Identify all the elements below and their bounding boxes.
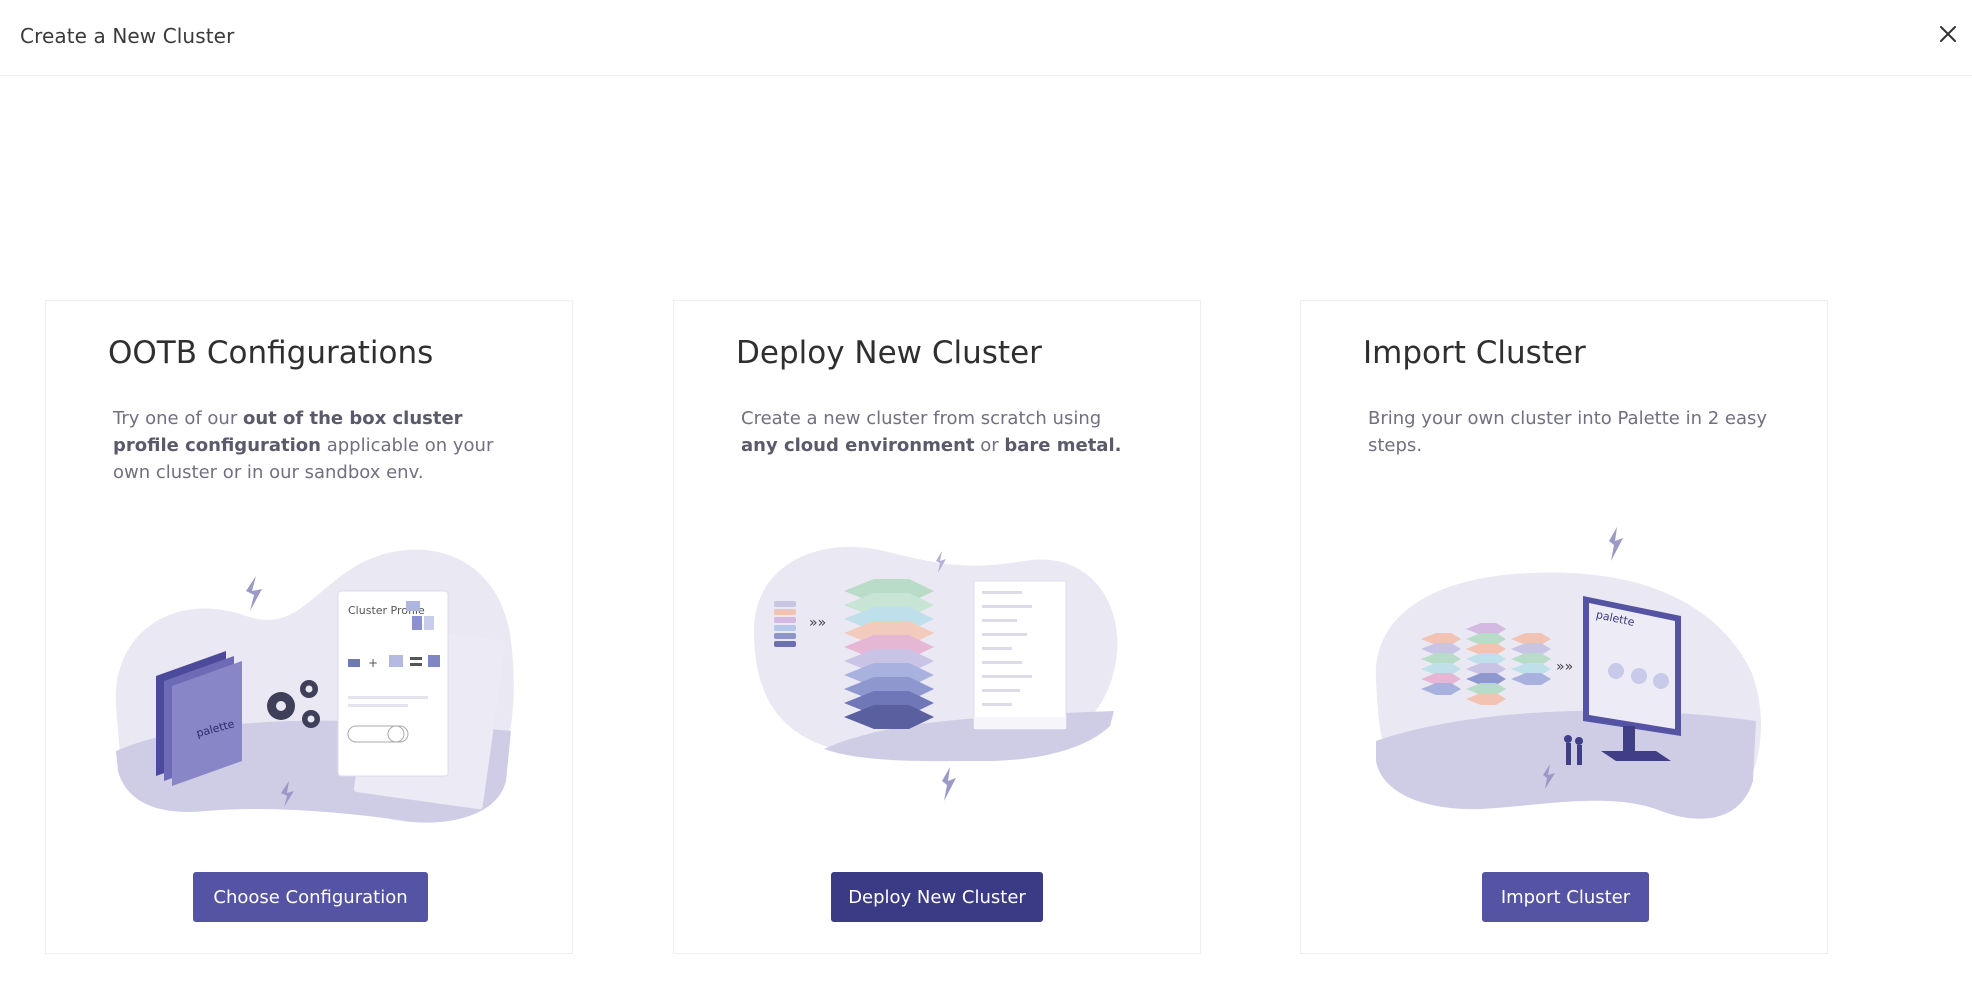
deploy-new-cluster-card: Deploy New Cluster Create a new cluster …	[673, 300, 1201, 954]
desc-bold: any cloud environment	[741, 435, 975, 456]
card-title: Import Cluster	[1363, 335, 1586, 371]
desc-text: or	[974, 435, 1005, 456]
desc-text: Create a new cluster from scratch using	[741, 408, 1102, 429]
import-monitor-illustration: »» palette	[1361, 521, 1781, 841]
card-title: Deploy New Cluster	[736, 335, 1042, 371]
desc-text: Bring your own cluster into Palette in 2…	[1368, 408, 1768, 456]
desc-text: Try one of our	[113, 408, 243, 429]
deploy-new-cluster-button[interactable]: Deploy New Cluster	[831, 872, 1043, 922]
close-icon[interactable]	[1934, 20, 1962, 48]
choose-configuration-button[interactable]: Choose Configuration	[193, 872, 428, 922]
svg-text:+: +	[368, 656, 378, 670]
import-cluster-card: Import Cluster Bring your own cluster in…	[1300, 300, 1828, 954]
svg-text:»»: »»	[1556, 659, 1573, 675]
card-description: Bring your own cluster into Palette in 2…	[1368, 405, 1768, 459]
card-description: Try one of our out of the box cluster pr…	[113, 405, 513, 486]
card-description: Create a new cluster from scratch using …	[741, 405, 1141, 459]
ootb-configurations-card: OOTB Configurations Try one of our out o…	[45, 300, 573, 954]
desc-bold: bare metal.	[1004, 435, 1122, 456]
dialog-title: Create a New Cluster	[20, 24, 235, 48]
dialog-header: Create a New Cluster	[0, 0, 1972, 76]
deploy-stack-illustration: »»	[734, 521, 1154, 841]
card-title: OOTB Configurations	[108, 335, 434, 371]
svg-text:»»: »»	[809, 615, 826, 631]
cluster-profile-illustration: palette Cluster Profile +	[106, 521, 526, 841]
import-cluster-button[interactable]: Import Cluster	[1482, 872, 1649, 922]
